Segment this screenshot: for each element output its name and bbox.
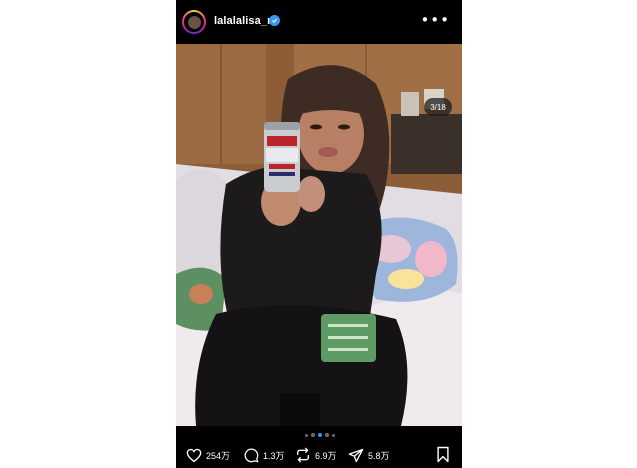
bookmark-button[interactable] [436, 446, 452, 464]
more-options-icon[interactable]: ••• [420, 13, 450, 28]
share-button[interactable]: 5.8万 [348, 446, 390, 464]
like-count: 254万 [206, 450, 231, 461]
comment-button[interactable]: 1.3万 [244, 446, 285, 464]
comment-icon [244, 448, 259, 462]
carousel-dot [305, 433, 308, 437]
instagram-post: lalalalisa_m ••• 3/18 254万 1.3万 6.9万 5.8… [176, 0, 462, 468]
heart-icon [186, 448, 202, 462]
carousel-dot [325, 433, 329, 437]
carousel-counter: 3/18 [424, 98, 452, 116]
action-bar: 254万 1.3万 6.9万 5.8万 [176, 442, 462, 468]
avatar-image [184, 12, 204, 32]
like-button[interactable]: 254万 [186, 446, 230, 464]
carousel-dot-active [318, 433, 322, 437]
photo-illustration [176, 44, 462, 426]
post-header: lalalalisa_m ••• [176, 0, 462, 44]
carousel-dots [305, 433, 335, 437]
carousel-dot [311, 433, 315, 437]
share-count: 5.8万 [368, 450, 390, 461]
repost-icon [297, 447, 309, 463]
repost-count: 6.9万 [315, 450, 337, 461]
comment-count: 1.3万 [263, 450, 285, 461]
username[interactable]: lalalalisa_m [214, 15, 277, 27]
share-icon [348, 448, 364, 462]
verified-badge-icon [269, 15, 280, 26]
post-photo[interactable]: 3/18 [176, 44, 462, 426]
avatar[interactable] [182, 10, 206, 34]
repost-button[interactable]: 6.9万 [295, 446, 337, 464]
bookmark-icon [437, 446, 449, 463]
carousel-dot [332, 433, 335, 437]
